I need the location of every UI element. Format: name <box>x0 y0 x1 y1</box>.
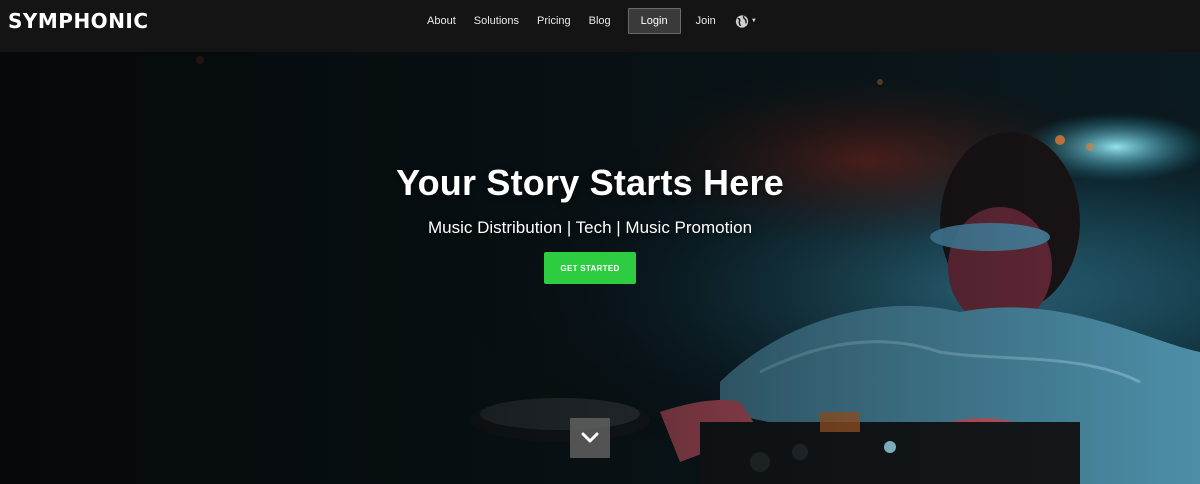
hero-title: Your Story Starts Here <box>396 162 784 203</box>
nav-link-solutions[interactable]: Solutions <box>465 8 528 34</box>
nav-link-blog[interactable]: Blog <box>580 8 620 34</box>
hero-section: Your Story Starts Here Music Distributio… <box>0 52 1200 484</box>
symphonic-logo[interactable]: SYMPHONIC <box>8 9 149 33</box>
scroll-down-button[interactable] <box>570 418 610 458</box>
login-button[interactable]: Login <box>627 8 681 34</box>
main-nav: About Solutions Pricing Blog Login Join … <box>418 8 757 34</box>
globe-icon <box>735 14 748 28</box>
chevron-down-icon: ▼ <box>750 18 757 24</box>
get-started-button[interactable]: GET STARTED <box>544 252 636 284</box>
hero-subtitle: Music Distribution | Tech | Music Promot… <box>427 218 753 237</box>
top-navigation-bar: SYMPHONIC About Solutions Pricing Blog L… <box>0 0 1200 52</box>
language-selector[interactable]: ▼ <box>735 8 757 34</box>
join-link[interactable]: Join <box>687 8 725 34</box>
nav-link-pricing[interactable]: Pricing <box>528 8 580 34</box>
chevron-down-icon <box>581 432 599 443</box>
nav-link-about[interactable]: About <box>418 8 465 34</box>
